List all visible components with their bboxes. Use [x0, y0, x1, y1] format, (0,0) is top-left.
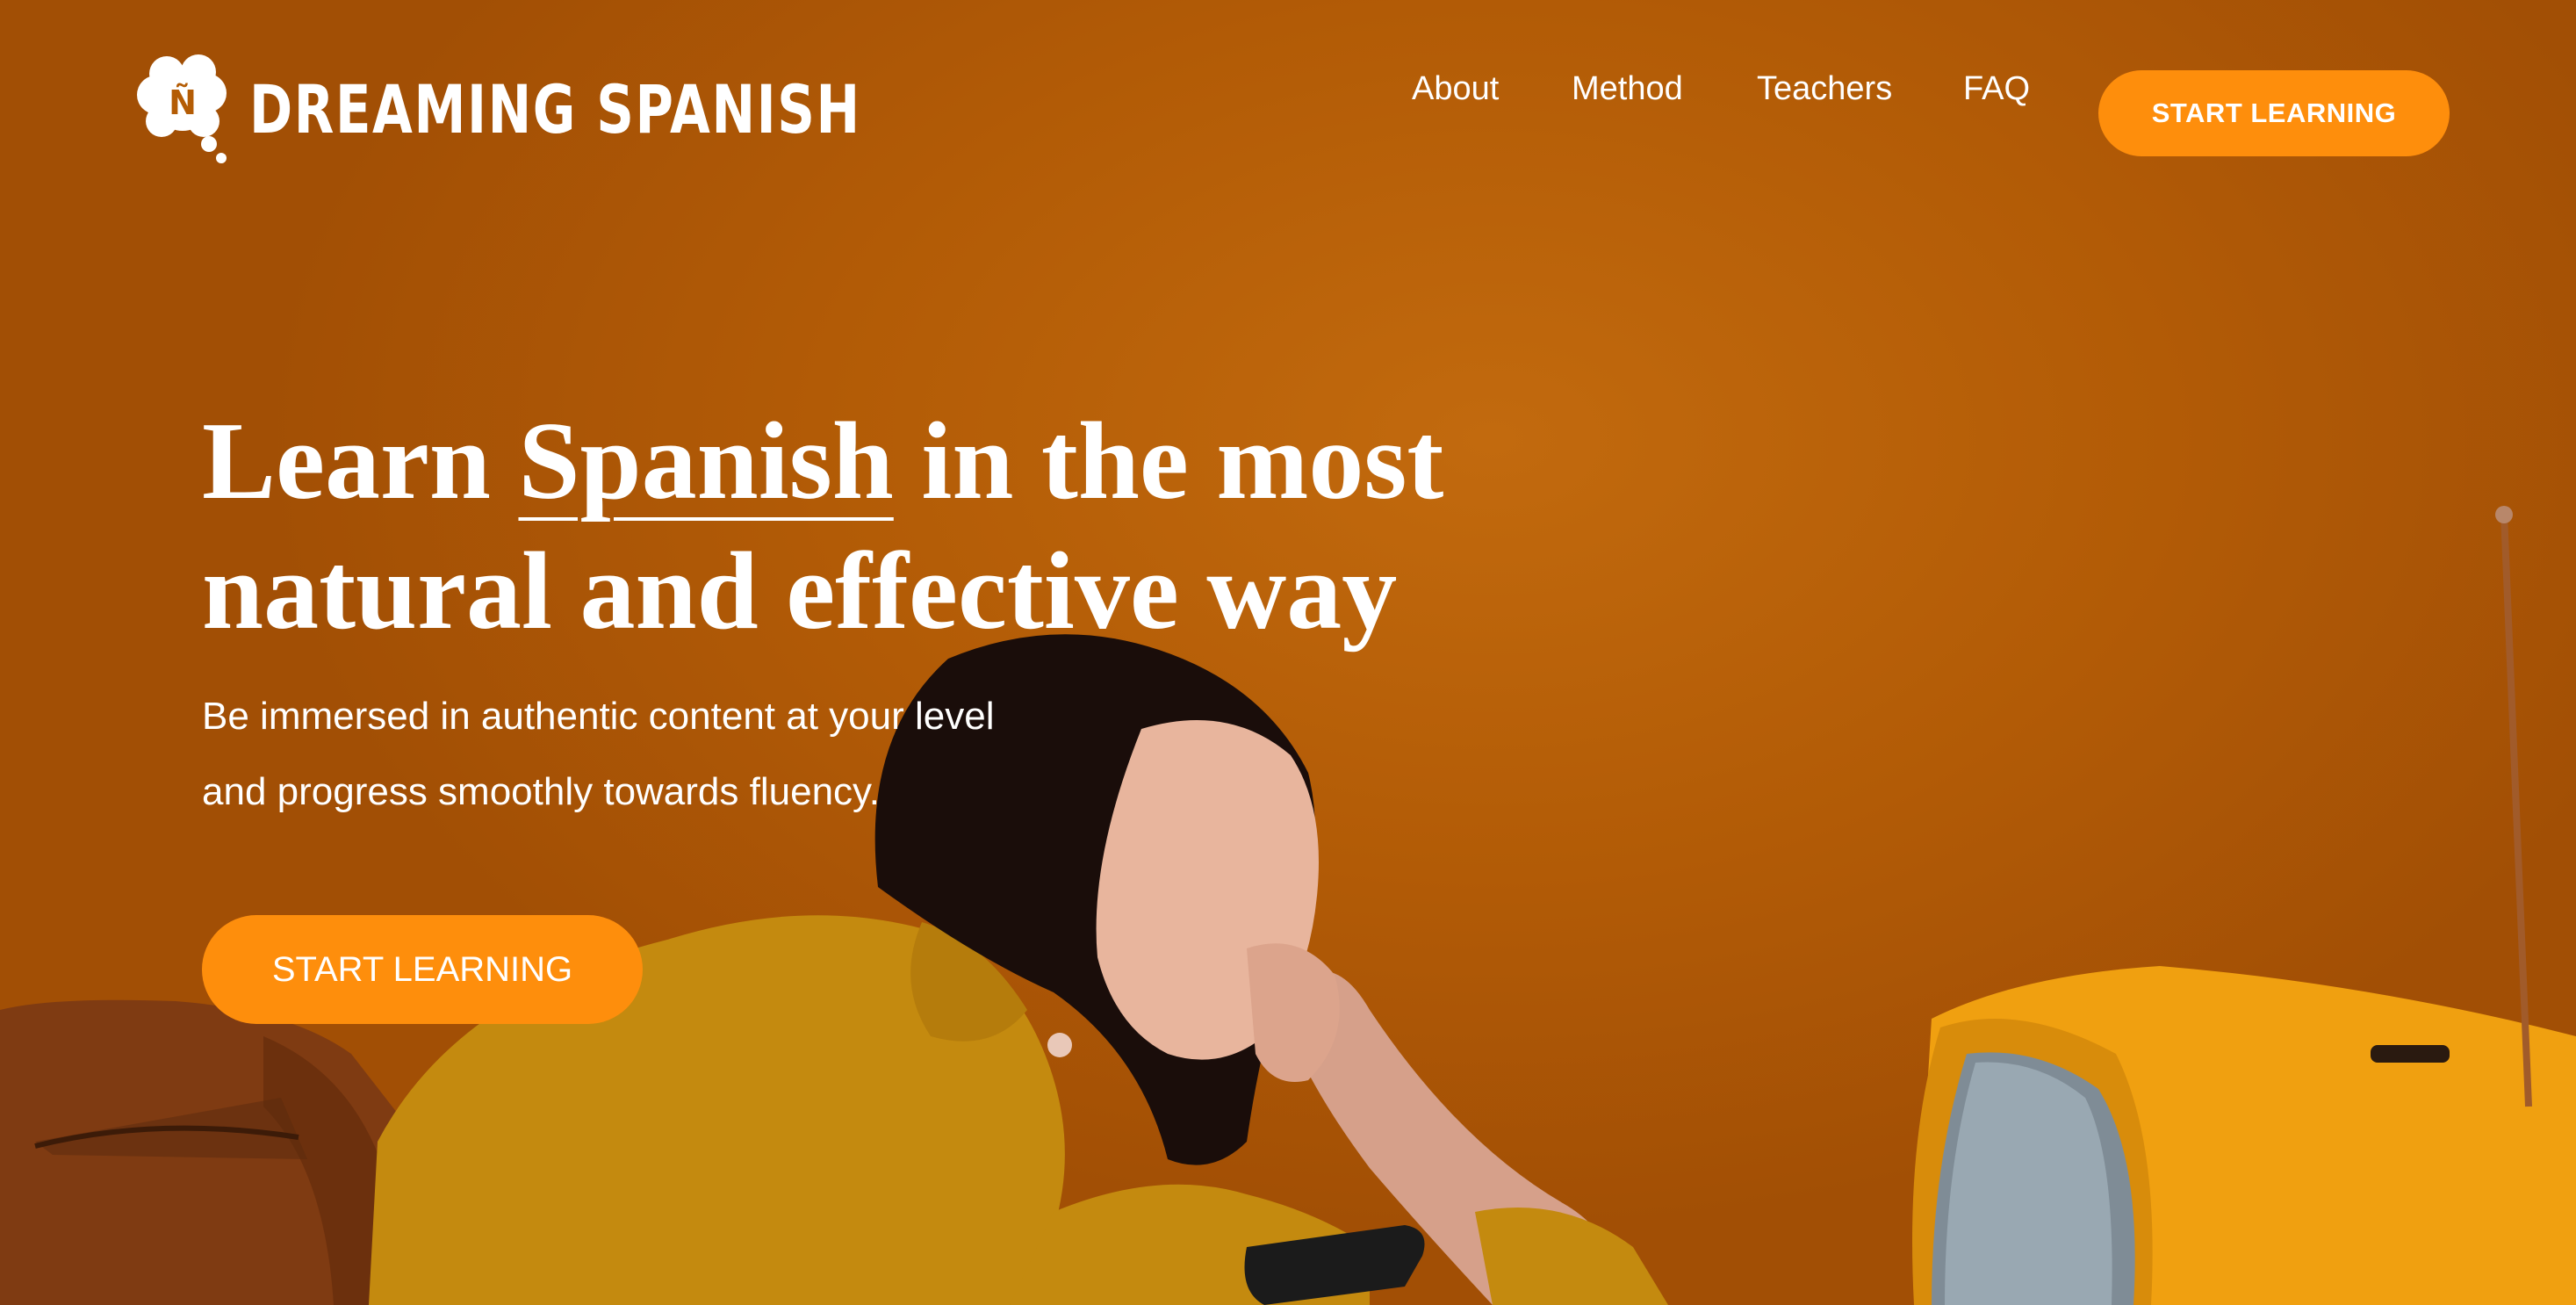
nav-faq[interactable]: FAQ: [1963, 72, 2030, 105]
hero-subtitle-line2: and progress smoothly towards fluency.: [202, 770, 880, 813]
header-start-learning-button[interactable]: START LEARNING: [2098, 70, 2450, 156]
nav-method[interactable]: Method: [1572, 72, 1683, 105]
hero-subtitle-line1: Be immersed in authentic content at your…: [202, 695, 995, 738]
hero-start-learning-button[interactable]: START LEARNING: [202, 915, 643, 1024]
nav-about[interactable]: About: [1412, 72, 1499, 105]
hero-section: Ñ DREAMING SPANISH About Method Teachers…: [0, 0, 2576, 1305]
thought-cloud-logo-icon: Ñ: [137, 54, 227, 163]
headline-part1: Learn: [202, 400, 519, 523]
headline-highlight: Spanish: [518, 400, 894, 523]
logo-glyph: Ñ: [169, 83, 197, 122]
hero-headline: Learn Spanish in the most natural and ef…: [202, 397, 1572, 657]
nav-teachers[interactable]: Teachers: [1757, 72, 1892, 105]
logo-text: DREAMING SPANISH: [249, 70, 861, 148]
brand-logo[interactable]: Ñ DREAMING SPANISH: [130, 53, 1033, 167]
